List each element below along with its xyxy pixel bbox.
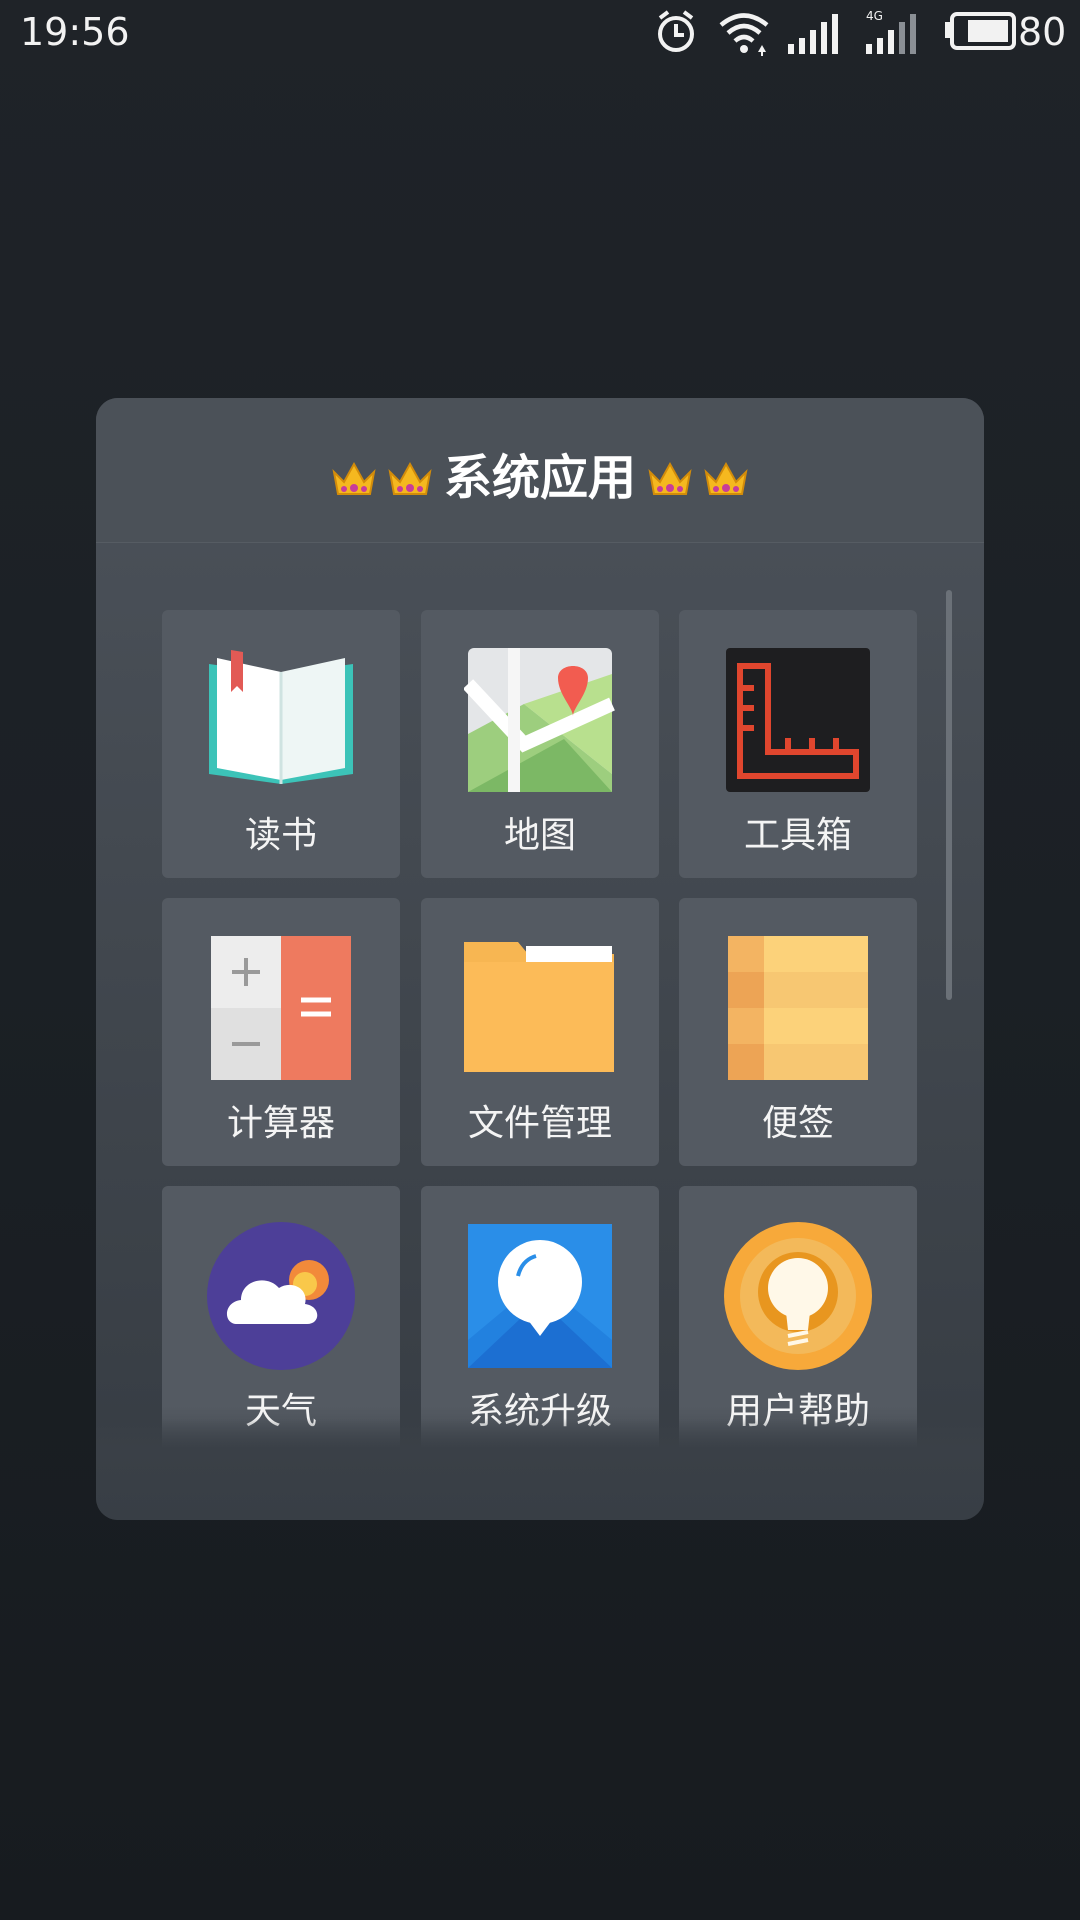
app-label: 地图 [503, 815, 576, 856]
crown-icon [386, 456, 434, 512]
book-icon [209, 650, 353, 784]
system-update-icon [468, 1224, 612, 1368]
folder-header: 系统应用 [96, 398, 984, 543]
app-tile-file-manager[interactable]: 文件管理 [421, 898, 659, 1166]
map-icon [464, 648, 615, 792]
folder-icon [464, 942, 614, 1072]
app-tile-notes[interactable]: 便签 [679, 898, 917, 1166]
folder-title[interactable]: 系统应用 [96, 438, 984, 512]
calculator-icon [211, 936, 351, 1080]
folder-scrollbar[interactable] [946, 590, 952, 1000]
app-tile-reader[interactable]: 读书 [162, 610, 400, 878]
folder-bottom-fade [96, 1418, 984, 1520]
4g-signal-icon: 4G [866, 9, 916, 54]
crown-icon [702, 456, 750, 512]
app-tile-calculator[interactable]: 计算器 [162, 898, 400, 1166]
app-label: 读书 [244, 815, 317, 856]
battery-level: 80 [1018, 10, 1067, 54]
wifi-icon [719, 13, 769, 56]
network-type-label: 4G [866, 9, 883, 23]
notes-icon [728, 936, 868, 1080]
status-bar: 19:56 4G 80 [0, 0, 1080, 66]
app-tile-system-update[interactable]: 系统升级 [421, 1186, 659, 1454]
folder-title-text: 系统应用 [443, 450, 636, 506]
app-tile-user-help[interactable]: 用户帮助 [679, 1186, 917, 1454]
crown-icon [330, 456, 378, 512]
battery-icon [945, 12, 1016, 50]
app-label: 便签 [761, 1103, 834, 1144]
crown-icon [646, 456, 694, 512]
signal-icon [788, 14, 838, 54]
app-tile-toolbox[interactable]: 工具箱 [679, 610, 917, 878]
toolbox-icon [726, 648, 870, 792]
app-tile-map[interactable]: 地图 [421, 610, 659, 878]
app-label: 文件管理 [467, 1103, 612, 1144]
app-label: 计算器 [226, 1103, 335, 1144]
alarm-icon [658, 10, 694, 52]
help-bulb-icon [724, 1222, 872, 1370]
app-label: 工具箱 [743, 815, 852, 856]
weather-icon [207, 1222, 355, 1370]
app-folder: 系统应用 读书 地图 工具箱 计算器 文件管理 便签 天气 系统升级 用户帮助 [96, 398, 984, 1520]
app-tile-weather[interactable]: 天气 [162, 1186, 400, 1454]
